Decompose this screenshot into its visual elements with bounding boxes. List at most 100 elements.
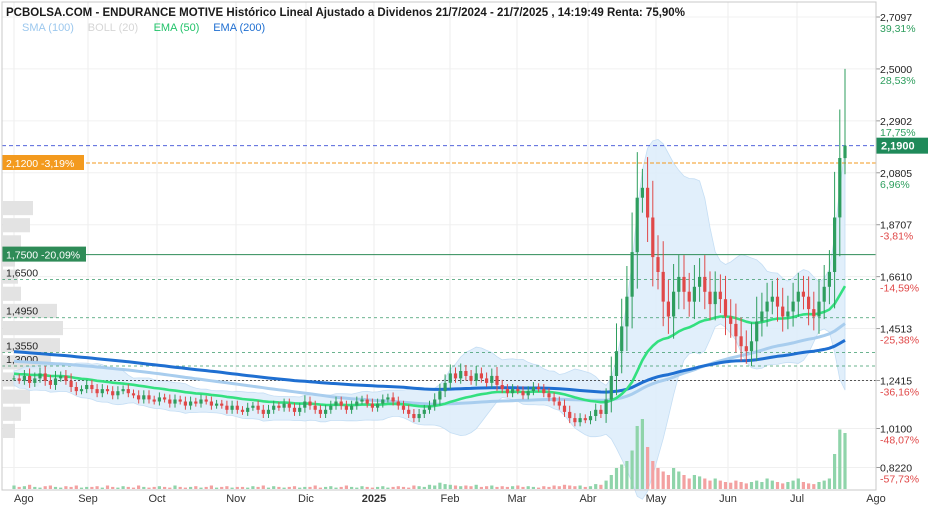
volume-bar	[17, 486, 21, 489]
volume-bar	[235, 486, 239, 489]
candle-body	[17, 378, 21, 381]
volume-bar	[277, 486, 281, 489]
volume-bar	[448, 484, 452, 489]
volume-bar	[157, 486, 161, 489]
volume-profile-bar	[3, 201, 33, 216]
candle-body	[666, 301, 670, 317]
candle-body	[526, 391, 530, 396]
candle-body	[370, 403, 374, 408]
y-tick-pct-label: -57,73%	[880, 473, 919, 485]
volume-bar	[786, 482, 790, 489]
volume-bar	[105, 485, 110, 489]
level-label: 1,3550	[6, 340, 38, 352]
candle-body	[376, 403, 380, 408]
candle-body	[215, 403, 219, 406]
candle-body	[547, 393, 551, 398]
candle-body	[495, 375, 499, 385]
candle-body	[573, 418, 577, 423]
volume-bar	[599, 484, 603, 489]
volume-bar	[734, 480, 738, 489]
volume-bar	[282, 487, 286, 489]
x-tick-label: Ago	[866, 493, 886, 505]
volume-bar	[791, 480, 795, 489]
candle-body	[443, 382, 447, 392]
volume-bar	[308, 486, 312, 489]
volume-bar	[230, 487, 234, 489]
candle-body	[599, 409, 603, 414]
volume-bar	[635, 426, 639, 489]
candle-body	[412, 414, 416, 419]
candle-body	[339, 401, 343, 406]
volume-bar	[287, 486, 291, 489]
candle-body	[105, 389, 110, 392]
volume-profile-bar	[3, 423, 15, 438]
candle-body	[578, 418, 582, 423]
candle-body	[422, 409, 426, 414]
candle-body	[126, 389, 130, 394]
legend-item: EMA (50)	[154, 22, 200, 34]
candle-body	[401, 405, 406, 410]
candle-body	[225, 405, 229, 410]
candle-body	[318, 409, 322, 414]
candle-body	[329, 405, 333, 410]
volume-bar	[225, 486, 229, 489]
candle-body	[604, 399, 608, 414]
candle-body	[739, 336, 743, 347]
volume-bar	[422, 486, 426, 489]
volume-bar	[625, 461, 629, 489]
volume-bar	[261, 485, 265, 489]
volume-profile-bar	[3, 286, 21, 301]
volume-bar	[121, 486, 125, 489]
volume-bar	[376, 486, 380, 489]
volume-bar	[95, 486, 99, 489]
candle-body	[298, 407, 302, 412]
candle-body	[588, 416, 593, 421]
candle-body	[713, 291, 717, 305]
volume-bar	[43, 486, 47, 489]
candle-body	[12, 378, 16, 380]
volume-bar	[459, 486, 463, 489]
candle-body	[355, 401, 359, 406]
candle-body	[521, 391, 525, 396]
volume-bar	[251, 486, 255, 489]
volume-bar	[189, 486, 193, 489]
candle-body	[235, 405, 239, 410]
x-tick-label: Feb	[441, 493, 460, 505]
candle-body	[775, 296, 780, 307]
volume-bar	[755, 480, 759, 489]
volume-bar	[33, 486, 37, 489]
volume-bar	[796, 478, 800, 489]
candle-body	[625, 296, 629, 327]
candle-body	[479, 373, 483, 379]
volume-bar	[116, 487, 120, 489]
volume-bar	[324, 486, 328, 489]
candle-body	[178, 399, 182, 402]
volume-bar	[22, 486, 26, 489]
volume-bar	[661, 471, 665, 489]
candle-body	[620, 326, 624, 352]
volume-bar	[111, 486, 115, 489]
candle-body	[838, 158, 842, 218]
volume-bar	[329, 486, 333, 489]
volume-bar	[256, 486, 260, 489]
candle-body	[350, 405, 354, 410]
volume-bar	[85, 486, 89, 489]
candle-body	[718, 291, 722, 300]
candle-body	[723, 299, 728, 317]
level-label: 1,4950	[6, 306, 38, 318]
candle-body	[391, 397, 395, 402]
volume-bar	[417, 486, 421, 489]
candle-body	[360, 399, 364, 402]
x-tick-label: Jun	[719, 493, 737, 505]
volume-bar	[152, 486, 156, 489]
volume-bar	[240, 486, 245, 489]
candle-body	[116, 391, 120, 396]
candle-body	[557, 401, 561, 406]
volume-bar	[443, 484, 447, 489]
candle-body	[438, 391, 442, 400]
candle-body	[500, 385, 504, 390]
candle-body	[531, 387, 535, 392]
candle-body	[459, 371, 463, 379]
candle-body	[843, 145, 847, 159]
candle-body	[682, 276, 686, 292]
